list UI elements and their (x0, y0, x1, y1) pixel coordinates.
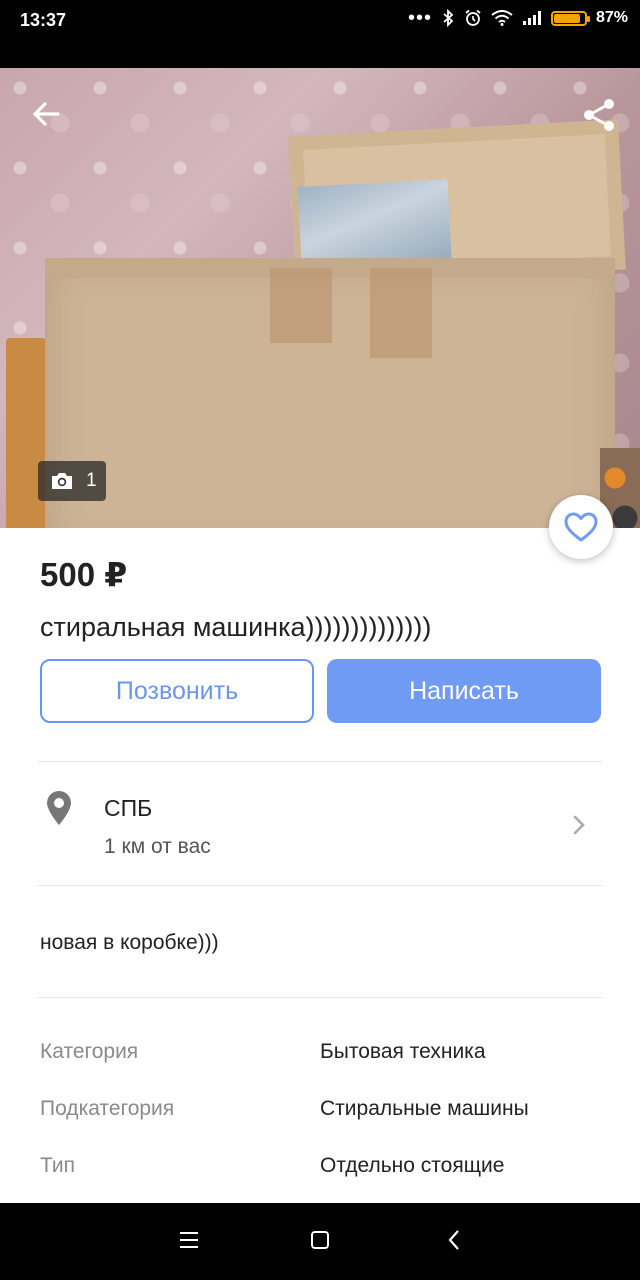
battery-fill (553, 13, 581, 23)
menu-icon[interactable] (178, 1229, 200, 1251)
property-row: Категория Бытовая техника (40, 1040, 600, 1097)
write-message-button[interactable]: Написать (327, 659, 601, 723)
location-pin-icon (47, 791, 71, 825)
status-bar: 13:37 ••• 87% (0, 0, 640, 68)
property-row: Подкатегория Стиральные машины (40, 1097, 600, 1154)
listing-description: новая в коробке))) (40, 931, 219, 954)
property-key: Подкатегория (40, 1097, 175, 1120)
heart-outline-icon (564, 512, 598, 542)
bluetooth-icon (443, 9, 454, 27)
alarm-icon (465, 9, 481, 26)
photo-tape (370, 268, 432, 358)
properties-list: Категория Бытовая техника Подкатегория С… (40, 1040, 600, 1211)
photo-cardboard-box (45, 258, 615, 528)
property-value: Стиральные машины (320, 1097, 529, 1120)
location-city: СПБ (104, 795, 153, 821)
chevron-right-icon (573, 815, 585, 835)
listing-price: 500 ₽ (40, 556, 128, 593)
back-chevron-icon[interactable] (446, 1229, 462, 1251)
wifi-icon (491, 10, 513, 26)
listing-photo[interactable]: 1 (0, 68, 640, 528)
camera-icon (52, 473, 72, 489)
photo-count-badge[interactable]: 1 (38, 461, 106, 501)
location-row[interactable]: СПБ 1 км от вас (0, 762, 640, 886)
battery-percent: 87% (595, 9, 628, 26)
status-time: 13:37 (20, 10, 67, 30)
property-key: Категория (40, 1040, 139, 1063)
property-value: Бытовая техника (320, 1040, 486, 1063)
location-distance: 1 км от вас (104, 835, 211, 858)
share-icon[interactable] (580, 96, 618, 134)
divider (38, 885, 602, 886)
status-icons: ••• 87% (407, 7, 628, 29)
photo-count: 1 (86, 470, 97, 491)
photo-tape (270, 268, 332, 343)
more-dots-icon: ••• (407, 7, 432, 29)
call-button[interactable]: Позвонить (40, 659, 314, 723)
home-square-icon[interactable] (309, 1229, 331, 1251)
back-arrow-icon[interactable] (28, 96, 64, 132)
battery-icon (550, 10, 590, 26)
divider (38, 997, 602, 998)
listing-title: стиральная машинка)))))))))))))) (40, 612, 432, 642)
system-navigation-bar (0, 1203, 640, 1280)
favorite-button[interactable] (549, 495, 613, 559)
signal-icon (522, 11, 541, 25)
